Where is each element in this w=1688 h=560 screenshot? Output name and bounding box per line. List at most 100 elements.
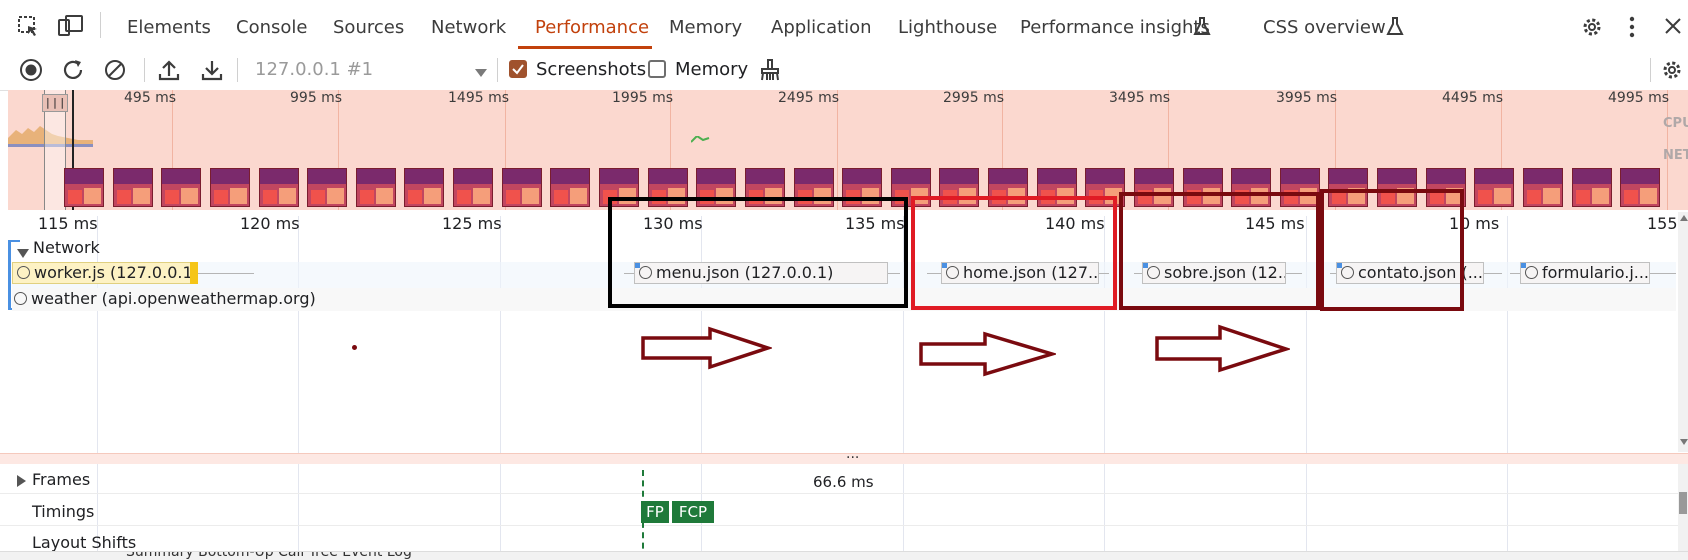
filmstrip-screenshot[interactable] xyxy=(1523,168,1563,207)
filmstrip-screenshot[interactable] xyxy=(550,168,590,207)
tabbar-separator xyxy=(100,12,101,38)
performance-toolbar: 127.0.0.1 #1 Screenshots Memory xyxy=(0,50,1688,91)
overview-tick: 3995 ms xyxy=(1276,90,1338,106)
tab-performance-insights[interactable]: Performance insights xyxy=(1020,0,1210,50)
layout-shifts-track-label[interactable]: Layout Shifts xyxy=(32,533,136,552)
grid-line xyxy=(1484,273,1502,274)
network-request-formulario[interactable]: formulario.j... xyxy=(1520,262,1650,284)
screenshots-label: Screenshots xyxy=(536,59,647,80)
more-options-icon[interactable] xyxy=(1628,15,1636,43)
filmstrip-screenshot[interactable] xyxy=(1620,168,1660,207)
timeline-tick: 125 ms xyxy=(442,214,502,233)
filmstrip-screenshot[interactable] xyxy=(64,168,104,207)
grid-line xyxy=(1104,464,1105,559)
expand-triangle-icon[interactable] xyxy=(17,472,27,491)
grid-line xyxy=(1507,216,1508,456)
frames-track-label[interactable]: Frames xyxy=(32,470,90,489)
garbage-collect-broom-icon[interactable] xyxy=(759,58,781,86)
timeline-tick: 115 ms xyxy=(38,214,98,233)
record-icon[interactable] xyxy=(19,58,43,86)
recording-select[interactable]: 127.0.0.1 #1 xyxy=(255,50,373,90)
overview-tick: 1995 ms xyxy=(612,90,674,106)
tab-network[interactable]: Network xyxy=(431,0,506,50)
tab-elements[interactable]: Elements xyxy=(127,0,211,50)
annotation-dot xyxy=(352,345,357,350)
overview-tick: 495 ms xyxy=(124,90,177,106)
devtools-tabbar: Elements Console Sources Network Perform… xyxy=(0,0,1688,51)
tab-memory[interactable]: Memory xyxy=(669,0,742,50)
expand-triangle-icon[interactable] xyxy=(17,244,29,263)
frame-duration[interactable]: 66.6 ms xyxy=(813,473,874,491)
network-request-worker[interactable]: worker.js (127.0.0.1) xyxy=(12,262,198,284)
settings-gear-icon[interactable] xyxy=(1580,15,1604,43)
filmstrip-screenshot[interactable] xyxy=(113,168,153,207)
network-track-header[interactable]: Network xyxy=(33,238,100,257)
track-bracket xyxy=(8,240,11,310)
cpu-activity-graph xyxy=(691,136,710,143)
toolbar-separator xyxy=(144,58,145,82)
filmstrip-screenshot[interactable] xyxy=(356,168,396,207)
tab-console[interactable]: Console xyxy=(236,0,307,50)
capture-settings-gear-icon[interactable] xyxy=(1660,58,1684,86)
tab-sources[interactable]: Sources xyxy=(333,0,404,50)
annotation-arrow xyxy=(641,326,772,370)
grid-line xyxy=(198,273,254,274)
request-bar xyxy=(190,262,198,284)
fp-marker[interactable]: FP xyxy=(641,501,669,523)
overview-tick: 2495 ms xyxy=(778,90,840,106)
grid-line xyxy=(500,464,501,559)
network-request-weather[interactable]: weather (api.openweathermap.org) xyxy=(14,288,316,310)
grid-line xyxy=(1507,464,1508,559)
filmstrip-screenshot[interactable] xyxy=(502,168,542,207)
scrollbar-thumb[interactable] xyxy=(1679,492,1687,514)
filmstrip-screenshot[interactable] xyxy=(161,168,201,207)
timeline-tick: 155 xyxy=(1647,214,1678,233)
tab-application[interactable]: Application xyxy=(771,0,872,50)
filmstrip-screenshot[interactable] xyxy=(307,168,347,207)
screenshots-checkbox[interactable] xyxy=(509,60,527,78)
overview-tick: 1495 ms xyxy=(448,90,510,106)
gear-icon xyxy=(17,266,30,279)
grid-line xyxy=(500,216,501,456)
grid-line xyxy=(1306,464,1307,559)
overview-tick: 3495 ms xyxy=(1109,90,1171,106)
resizer-ellipsis: ... xyxy=(846,446,860,462)
filmstrip-screenshot[interactable] xyxy=(404,168,444,207)
grid-line xyxy=(298,464,299,559)
tab-css-overview[interactable]: CSS overview xyxy=(1263,0,1386,50)
gear-icon xyxy=(14,292,27,305)
filmstrip-screenshot[interactable] xyxy=(1474,168,1514,207)
clear-icon[interactable] xyxy=(103,58,127,86)
fcp-marker[interactable]: FCP xyxy=(672,501,714,523)
close-icon[interactable] xyxy=(1664,17,1682,39)
filmstrip-screenshot[interactable] xyxy=(453,168,493,207)
flask-icon xyxy=(1193,16,1211,40)
annotation-box-darkred xyxy=(1119,192,1320,310)
scroll-down-icon[interactable] xyxy=(1680,438,1688,446)
filmstrip-screenshot[interactable] xyxy=(259,168,299,207)
inspect-element-icon[interactable] xyxy=(16,14,40,38)
filmstrip-screenshot[interactable] xyxy=(1572,168,1612,207)
device-toolbar-icon[interactable] xyxy=(58,14,83,38)
upload-profile-icon[interactable] xyxy=(158,58,180,86)
filmstrip-screenshot[interactable] xyxy=(210,168,250,207)
vertical-scrollbar[interactable] xyxy=(1678,212,1688,452)
reload-record-icon[interactable] xyxy=(61,58,85,86)
cpu-track-label: CPU xyxy=(1663,116,1688,131)
tab-lighthouse[interactable]: Lighthouse xyxy=(898,0,997,50)
gear-icon xyxy=(1525,266,1538,279)
scroll-up-icon[interactable] xyxy=(1680,214,1688,222)
tab-performance[interactable]: Performance xyxy=(535,0,649,50)
overview-tick: 995 ms xyxy=(290,90,343,106)
timeline-tick: 0 ms xyxy=(1460,214,1500,233)
memory-checkbox[interactable] xyxy=(648,60,666,78)
download-profile-icon[interactable] xyxy=(201,58,223,86)
toolbar-separator xyxy=(1650,58,1651,82)
grid-line xyxy=(1650,273,1676,274)
dropdown-caret-icon[interactable] xyxy=(474,63,488,82)
active-tab-indicator xyxy=(518,46,652,49)
timeline-tick: 120 ms xyxy=(240,214,300,233)
selection-handle[interactable]: | | | xyxy=(42,94,68,112)
timings-track-label[interactable]: Timings xyxy=(32,502,94,521)
toolbar-separator xyxy=(497,58,498,82)
